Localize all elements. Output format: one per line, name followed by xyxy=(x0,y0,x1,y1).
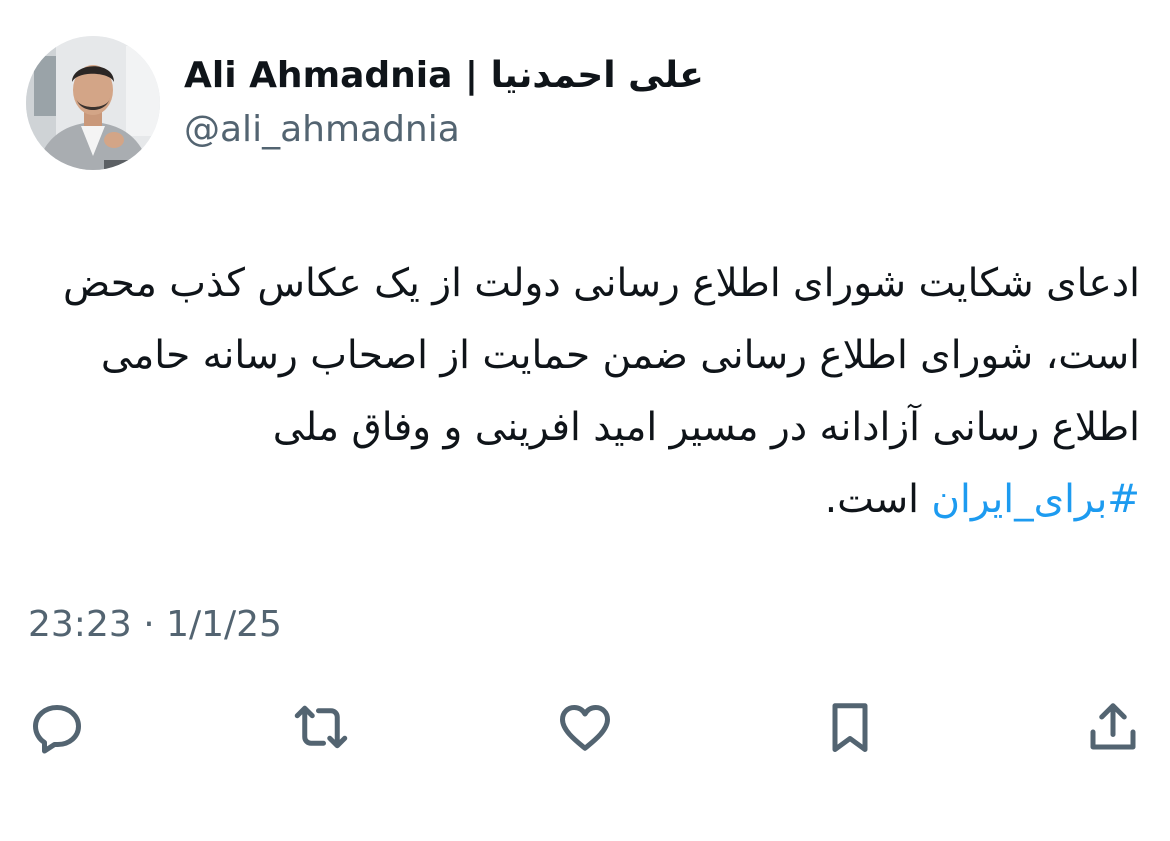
tweet-timestamp[interactable]: 23:23 · 1/1/25 xyxy=(28,602,282,648)
tweet-text-tail: است. xyxy=(824,477,932,522)
retweet-icon xyxy=(294,705,348,749)
bookmark-button[interactable] xyxy=(819,696,881,758)
tweet-text: ادعای شکایت شورای اطلاع رسانی دولت از یک… xyxy=(60,248,1140,536)
heart-icon xyxy=(560,705,610,751)
tweet-action-bar xyxy=(0,696,1170,760)
reply-icon xyxy=(33,705,81,754)
tweet-text-body: ادعای شکایت شورای اطلاع رسانی دولت از یک… xyxy=(63,261,1140,450)
share-icon xyxy=(1090,703,1136,750)
like-button[interactable] xyxy=(554,696,616,758)
share-button[interactable] xyxy=(1082,696,1144,758)
bookmark-icon xyxy=(832,703,868,752)
author-handle[interactable]: @ali_ahmadnia xyxy=(184,107,704,153)
tweet-header: Ali Ahmadnia | علی احمدنیا @ali_ahmadnia xyxy=(26,36,704,170)
avatar-image xyxy=(26,36,160,170)
hashtag-link[interactable]: #برای_ایران xyxy=(931,477,1140,522)
author-names: Ali Ahmadnia | علی احمدنیا @ali_ahmadnia xyxy=(184,53,704,153)
author-display-name[interactable]: Ali Ahmadnia | علی احمدنیا xyxy=(184,53,704,99)
avatar[interactable] xyxy=(26,36,160,170)
retweet-button[interactable] xyxy=(290,696,352,758)
reply-button[interactable] xyxy=(26,696,88,758)
